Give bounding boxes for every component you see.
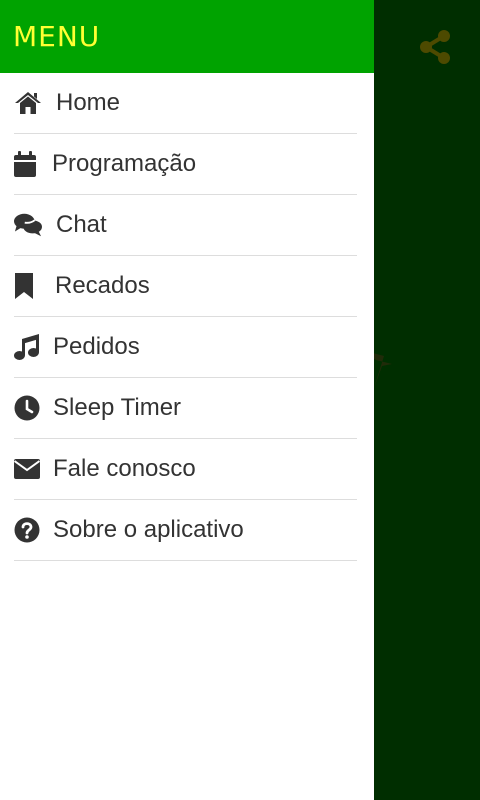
share-button[interactable] <box>414 26 456 68</box>
menu-item-label: Programação <box>52 150 197 177</box>
menu-list: Home Programação Chat Recados Pedidos Sl… <box>0 73 374 561</box>
menu-item-sleep-timer[interactable]: Sleep Timer <box>14 378 357 439</box>
menu-item-label: Pedidos <box>53 333 140 360</box>
menu-item-sobre[interactable]: Sobre o aplicativo <box>14 500 357 561</box>
menu-item-recados[interactable]: Recados <box>14 256 357 317</box>
drawer-title: MENU <box>13 20 101 53</box>
menu-item-label: Home <box>56 89 121 116</box>
envelope-icon <box>14 455 42 483</box>
menu-item-fale-conosco[interactable]: Fale conosco <box>14 439 357 500</box>
question-circle-icon <box>14 516 42 544</box>
home-icon <box>14 89 42 117</box>
calendar-icon <box>14 150 42 178</box>
menu-item-label: Chat <box>56 211 107 238</box>
chat-icon <box>14 211 42 239</box>
menu-item-label: Fale conosco <box>53 455 196 482</box>
music-note-icon <box>14 333 42 361</box>
menu-item-label: Sobre o aplicativo <box>53 516 244 543</box>
clock-icon <box>14 394 42 422</box>
menu-item-chat[interactable]: Chat <box>14 195 357 256</box>
share-icon <box>420 30 450 64</box>
menu-item-pedidos[interactable]: Pedidos <box>14 317 357 378</box>
navigation-drawer: MENU Home Programação Chat Recados Pedid… <box>0 0 374 800</box>
drawer-header: MENU <box>0 0 374 73</box>
menu-item-programacao[interactable]: Programação <box>14 134 357 195</box>
bookmark-icon <box>14 272 42 300</box>
menu-item-label: Recados <box>55 272 150 299</box>
menu-item-label: Sleep Timer <box>53 394 182 421</box>
menu-item-home[interactable]: Home <box>14 73 357 134</box>
